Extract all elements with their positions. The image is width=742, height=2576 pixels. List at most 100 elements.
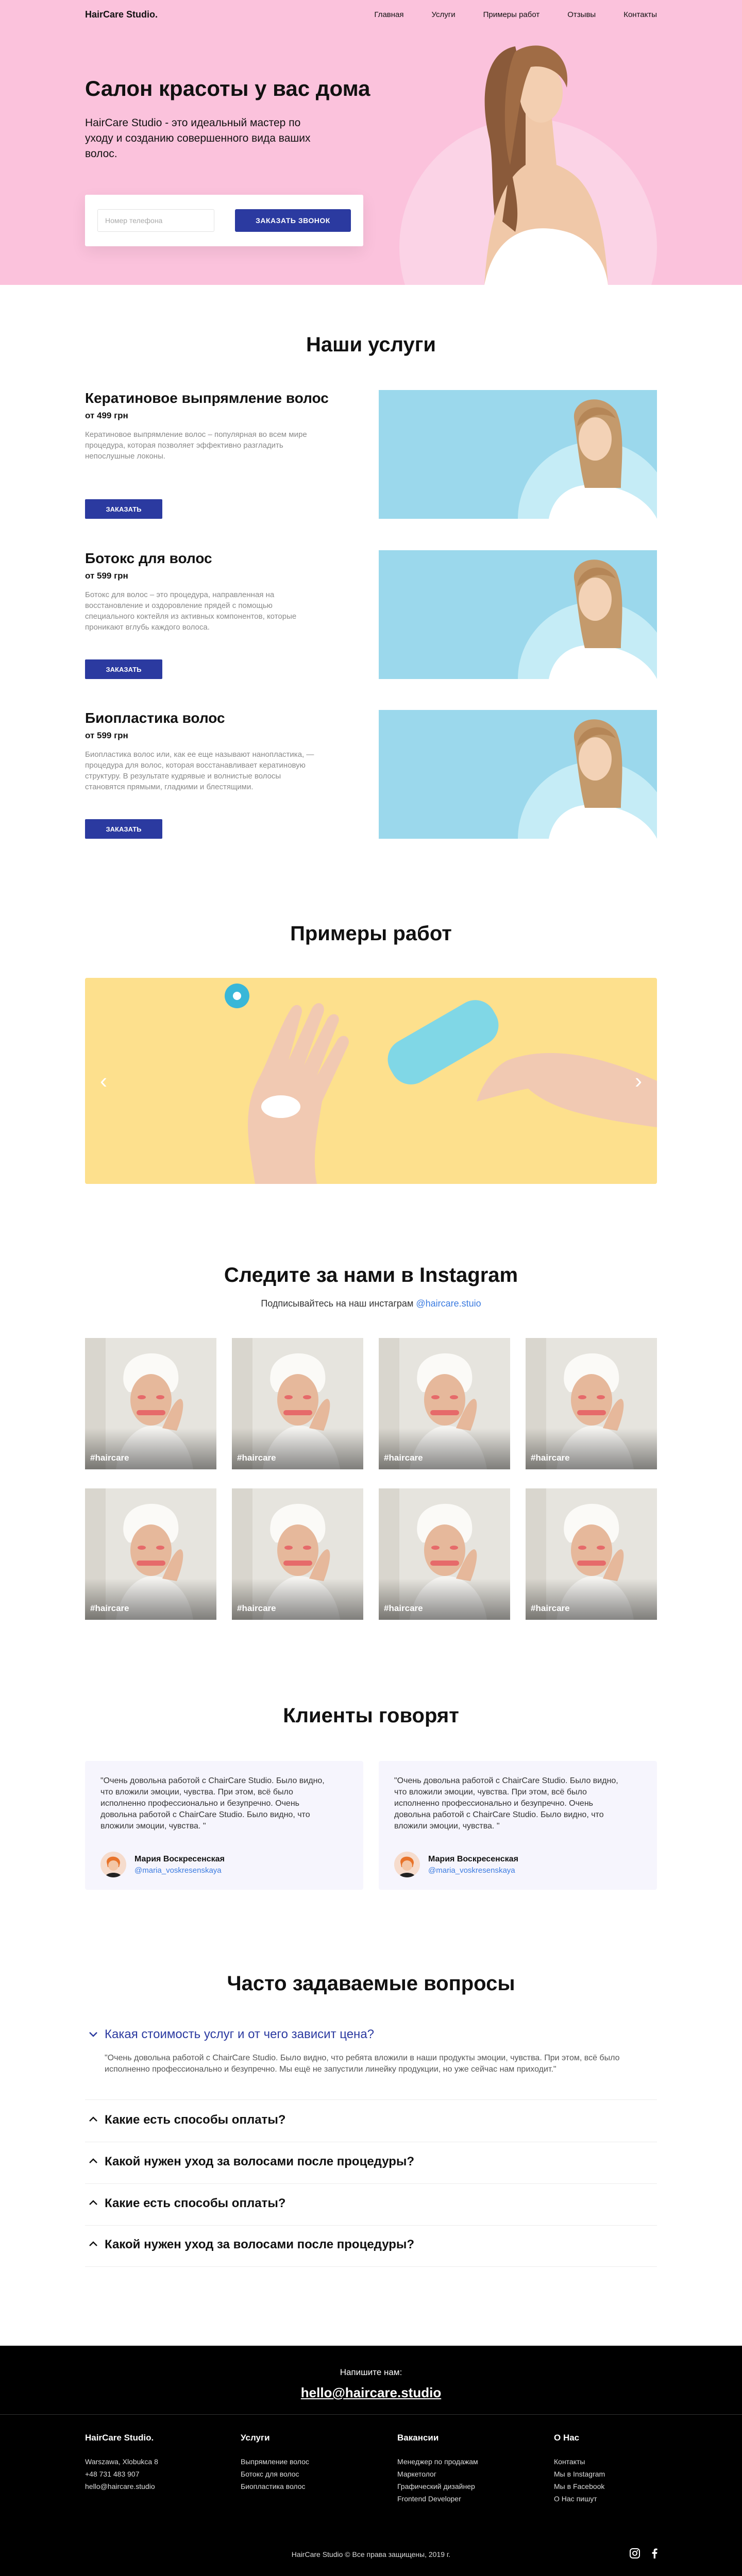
hero-model-image — [484, 45, 608, 285]
chevron-down-icon — [89, 2032, 97, 2037]
footer-column-title: HairCare Studio. — [85, 2433, 154, 2443]
instagram-post-image — [85, 1488, 216, 1620]
instagram-post-image — [379, 1488, 510, 1620]
instagram-post[interactable]: #haircare — [526, 1488, 657, 1620]
faq-title: Часто задаваемые вопросы — [227, 1972, 515, 1995]
footer-link[interactable]: Графический дизайнер — [397, 2480, 531, 2493]
footer-column-title: О Нас — [554, 2433, 580, 2443]
chevron-up-icon — [89, 2241, 97, 2246]
footer-link[interactable]: Мы в Instagram — [554, 2468, 657, 2480]
footer-email-link[interactable]: hello@haircare.studio — [0, 2385, 742, 2401]
footer: Напишите нам: hello@haircare.studio Hair… — [0, 2346, 742, 2576]
nav-reviews[interactable]: Отзывы — [567, 10, 596, 19]
faq-question[interactable]: Какой нужен уход за волосами после проце… — [85, 2237, 657, 2252]
nav-works[interactable]: Примеры работ — [483, 10, 540, 19]
logo[interactable]: HairCare Studio. — [85, 9, 158, 20]
footer-link[interactable]: hello@haircare.studio — [85, 2480, 219, 2493]
service-price: от 599 грн — [85, 571, 128, 581]
instagram-icon[interactable] — [629, 2548, 640, 2559]
faq-question[interactable]: Какая стоимость услуг и от чего зависит … — [85, 2027, 657, 2042]
footer-link: Warszawa, Xlobukca 8 — [85, 2458, 158, 2466]
service-card: Биопластика волос от 599 грн Биопластика… — [85, 710, 657, 839]
faq-item[interactable]: Какой нужен уход за волосами после проце… — [85, 2154, 657, 2184]
instagram-handle-link[interactable]: @haircare.stuio — [416, 1298, 481, 1309]
service-image — [379, 390, 657, 519]
footer-divider — [0, 2414, 742, 2415]
service-price: от 499 грн — [85, 411, 128, 420]
order-service-button[interactable]: ЗАКАЗАТЬ — [85, 659, 162, 679]
nav-services[interactable]: Услуги — [432, 10, 456, 19]
footer-link[interactable]: Менеджер по продажам — [397, 2455, 531, 2468]
footer-link[interactable]: Контакты — [554, 2455, 657, 2468]
service-image — [379, 550, 657, 679]
order-service-button[interactable]: ЗАКАЗАТЬ — [85, 819, 162, 839]
nav-home[interactable]: Главная — [374, 10, 403, 19]
hero-subtitle: HairCare Studio - это идеальный мастер п… — [85, 117, 311, 160]
facebook-icon[interactable] — [649, 2548, 660, 2559]
instagram-post[interactable]: #haircare — [232, 1338, 363, 1469]
review-author: Мария Воскресенская @maria_voskresenskay… — [100, 1852, 225, 1877]
instagram-post[interactable]: #haircare — [85, 1488, 216, 1620]
faq-answer: "Очень довольна работой с ChairCare Stud… — [105, 2054, 620, 2074]
hero-section: HairCare Studio. Главная Услуги Примеры … — [0, 0, 742, 285]
instagram-post[interactable]: #haircare — [85, 1338, 216, 1469]
top-nav: HairCare Studio. Главная Услуги Примеры … — [85, 0, 657, 29]
author-handle[interactable]: @maria_voskresenskaya — [428, 1866, 518, 1875]
footer-column-title: Услуги — [241, 2433, 270, 2443]
footer-column-title: Вакансии — [397, 2433, 439, 2443]
footer-link[interactable]: О Нас пишут — [554, 2493, 657, 2505]
instagram-post-image — [379, 1338, 510, 1469]
author-handle[interactable]: @maria_voskresenskaya — [134, 1866, 225, 1875]
instagram-hashtag: #haircare — [384, 1453, 423, 1463]
review-card: "Очень довольна работой с ChairCare Stud… — [379, 1761, 657, 1890]
reviews-title: Клиенты говорят — [283, 1704, 459, 1727]
review-author: Мария Воскресенская @maria_voskresenskay… — [394, 1852, 518, 1877]
footer-link[interactable]: +48 731 483 907 — [85, 2468, 219, 2480]
service-name: Ботокс для волос — [85, 550, 212, 566]
faq-question-text: Какая стоимость услуг и от чего зависит … — [105, 2027, 375, 2041]
avatar — [100, 1852, 126, 1877]
services-title: Наши услуги — [306, 333, 436, 356]
works-title: Примеры работ — [290, 922, 452, 945]
instagram-post[interactable]: #haircare — [232, 1488, 363, 1620]
works-slide-image — [85, 978, 657, 1184]
footer-link[interactable]: Мы в Facebook — [554, 2480, 657, 2493]
nav-contacts[interactable]: Контакты — [623, 10, 657, 19]
instagram-post[interactable]: #haircare — [379, 1488, 510, 1620]
instagram-post[interactable]: #haircare — [379, 1338, 510, 1469]
instagram-post-image — [232, 1488, 363, 1620]
order-call-button[interactable]: ЗАКАЗАТЬ ЗВОНОК — [234, 209, 351, 232]
footer-link[interactable]: Frontend Developer — [397, 2493, 531, 2505]
hero-title: Салон красоты у вас дома — [85, 76, 370, 100]
author-name: Мария Воскресенская — [428, 1854, 518, 1863]
faq-question[interactable]: Какие есть способы оплаты? — [85, 2112, 657, 2128]
review-text: "Очень довольна работой с ChairCare Stud… — [394, 1776, 618, 1831]
faq-item[interactable]: Какой нужен уход за волосами после проце… — [85, 2237, 657, 2267]
footer-link[interactable]: Биопластика волос — [241, 2480, 375, 2493]
service-price: от 599 грн — [85, 731, 128, 740]
faq-question[interactable]: Какие есть способы оплаты? — [85, 2196, 657, 2211]
chevron-left-icon[interactable]: ‹ — [96, 1070, 111, 1092]
footer-column-about: О Нас Контакты Мы в Instagram Мы в Faceb… — [554, 2433, 657, 2505]
service-name: Кератиновое выпрямление волос — [85, 390, 329, 406]
instagram-post[interactable]: #haircare — [526, 1338, 657, 1469]
instagram-hashtag: #haircare — [531, 1453, 570, 1463]
service-description: Кератиновое выпрямление волос – популярн… — [85, 430, 307, 461]
review-card: "Очень довольна работой с ChairCare Stud… — [85, 1761, 363, 1890]
instagram-grid: #haircare #haircare #haircare #haircare #hai… — [85, 1338, 657, 1620]
footer-link[interactable]: Выпрямление волос — [241, 2455, 375, 2468]
chevron-up-icon — [89, 2116, 97, 2122]
instagram-hashtag: #haircare — [90, 1603, 129, 1613]
faq-question[interactable]: Какой нужен уход за волосами после проце… — [85, 2154, 657, 2170]
order-service-button[interactable]: ЗАКАЗАТЬ — [85, 499, 162, 519]
service-card: Ботокс для волос от 599 грн Ботокс для в… — [85, 550, 657, 679]
footer-link[interactable]: Маркетолог — [397, 2468, 531, 2480]
chevron-right-icon[interactable]: › — [631, 1070, 646, 1092]
faq-question-text: Какие есть способы оплаты? — [105, 2113, 286, 2127]
phone-input[interactable] — [97, 209, 214, 232]
instagram-title: Следите за нами в Instagram — [224, 1264, 518, 1286]
footer-link[interactable]: Ботокс для волос — [241, 2468, 375, 2480]
faq-item[interactable]: Какие есть способы оплаты? — [85, 2112, 657, 2142]
faq-item[interactable]: Какая стоимость услуг и от чего зависит … — [85, 2027, 657, 2100]
faq-item[interactable]: Какие есть способы оплаты? — [85, 2196, 657, 2226]
